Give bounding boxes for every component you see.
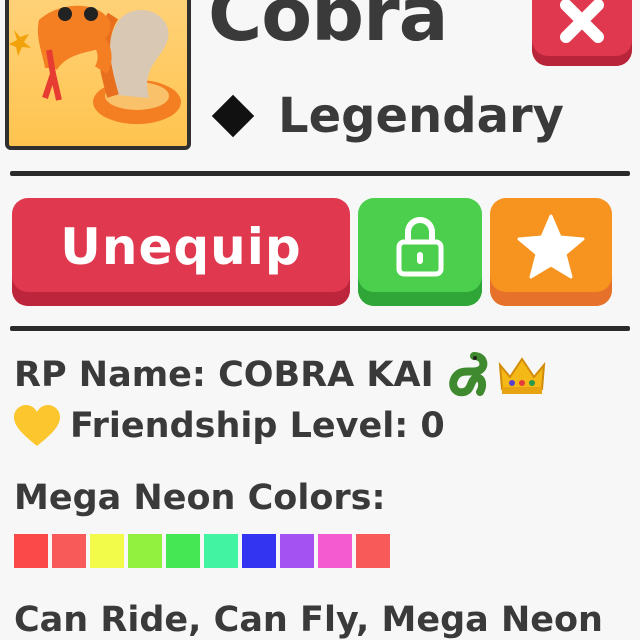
crown-emoji-icon [498,357,545,394]
unequip-button-label: Unequip [60,218,302,276]
color-swatch [128,534,162,568]
color-swatch [280,534,314,568]
snake-emoji-icon [448,352,487,397]
color-swatch [52,534,86,568]
mega-neon-color-swatches [14,534,394,568]
abilities-text: Can Ride, Can Fly, Mega Neon [14,600,603,640]
diamond-icon [211,94,255,138]
friendship-line: Friendship Level: 0 [14,404,445,448]
star-icon [517,214,585,279]
divider-middle [10,326,630,331]
heart-icon [14,405,60,446]
rp-name-line: RP Name: COBRA KAI [14,352,548,398]
color-swatch [242,534,276,568]
color-swatch [166,534,200,568]
close-icon [560,0,604,43]
lock-button[interactable] [358,198,482,306]
rarity-label: Legendary [278,88,564,144]
rp-name-text: RP Name: COBRA KAI [14,355,434,395]
color-swatch [14,534,48,568]
friendship-text: Friendship Level: 0 [70,406,445,446]
close-button[interactable] [532,0,632,66]
divider-top [10,171,630,176]
color-swatch [90,534,124,568]
cobra-pet-image [9,5,181,124]
color-swatch [356,534,390,568]
favorite-button[interactable] [490,198,612,306]
color-swatch [318,534,352,568]
pet-portrait [5,0,191,150]
rarity-row: Legendary [210,88,564,144]
mega-neon-colors-heading: Mega Neon Colors: [14,478,386,518]
lock-icon [396,217,444,277]
color-swatch [204,534,238,568]
unequip-button[interactable]: Unequip [12,198,350,306]
pet-name-title: Cobra [208,0,449,58]
